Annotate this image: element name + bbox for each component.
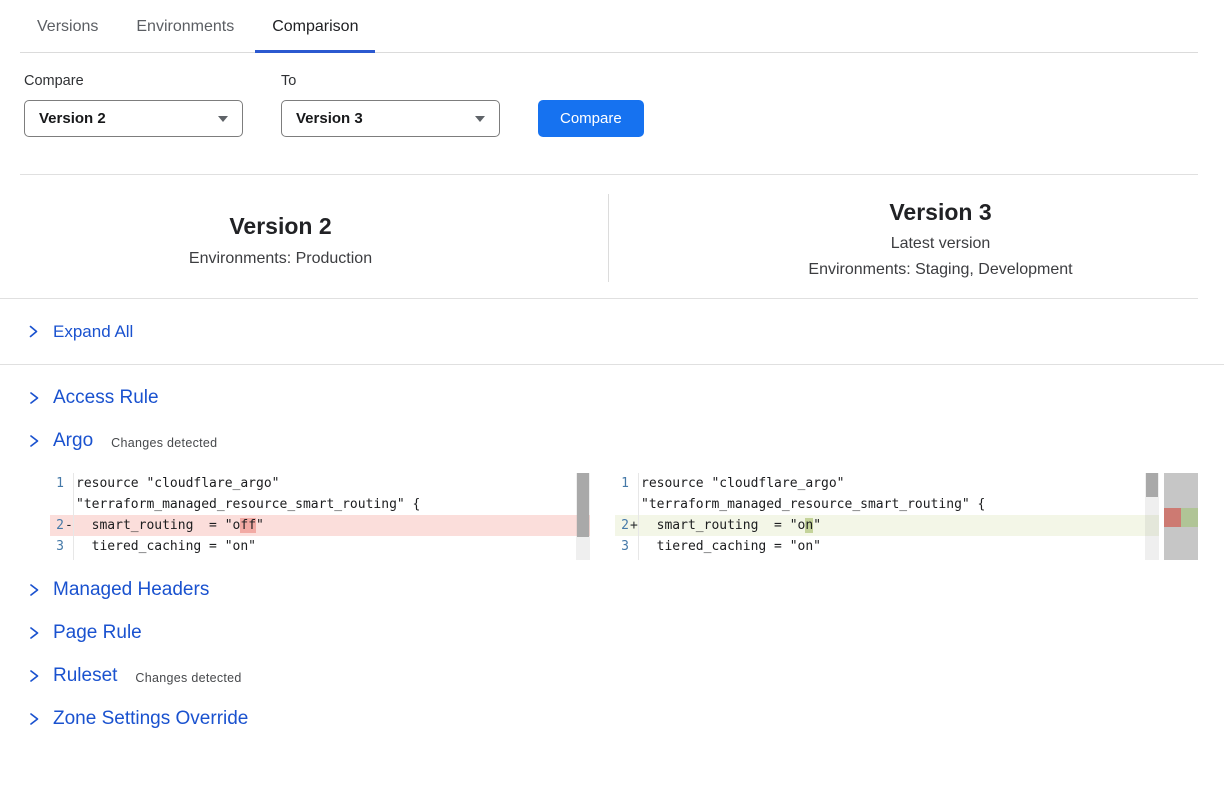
scrollbar[interactable]: [576, 473, 590, 560]
diff-line-number: 3: [615, 536, 629, 557]
section-label: Access Rule: [53, 386, 159, 410]
version-left-environments: Environments: Production: [0, 249, 561, 269]
expand-all-label: Expand All: [53, 322, 133, 342]
diff-code-line: "terraform_managed_resource_smart_routin…: [50, 494, 590, 515]
inline-removed-highlight: ff: [240, 518, 256, 533]
diff-code-line: 3 tiered_caching = "on": [615, 536, 1159, 557]
compare-field: Compare Version 2: [24, 71, 243, 137]
expand-all-link[interactable]: Expand All: [0, 299, 1224, 365]
section-label: Zone Settings Override: [53, 707, 248, 731]
chevron-right-icon: [28, 324, 39, 339]
section-zone-settings-override[interactable]: Zone Settings Override: [28, 707, 1224, 731]
argo-diff: 1resource "cloudflare_argo" "terraform_m…: [50, 473, 1198, 560]
diff-code-line: }: [615, 557, 1159, 560]
to-label: To: [281, 71, 500, 91]
diff-code-line: 1resource "cloudflare_argo": [50, 473, 590, 494]
compare-button[interactable]: Compare: [538, 100, 644, 137]
section-label: Ruleset: [53, 664, 117, 688]
version-headers: Version 2 Environments: Production Versi…: [0, 175, 1198, 299]
diff-line-number: [615, 494, 629, 515]
diff-right-pane: 1resource "cloudflare_argo" "terraform_m…: [615, 473, 1198, 560]
diff-line-number: [615, 557, 629, 560]
changes-detected-badge: Changes detected: [111, 436, 217, 450]
chevron-right-icon: [28, 582, 40, 598]
compare-version-select-value: Version 2: [39, 110, 106, 127]
version-right-title: Version 3: [683, 198, 1198, 226]
to-version-select-value: Version 3: [296, 110, 363, 127]
tab-versions[interactable]: Versions: [20, 16, 115, 52]
diff-removed-line: 2- smart_routing = "off": [50, 515, 590, 536]
diff-line-number: [50, 557, 64, 560]
sections-list: Access Rule Argo Changes detected 1resou…: [0, 386, 1224, 731]
changes-detected-badge: Changes detected: [135, 671, 241, 685]
diff-code-line: 1resource "cloudflare_argo": [615, 473, 1159, 494]
section-managed-headers[interactable]: Managed Headers: [28, 578, 1224, 602]
to-version-select[interactable]: Version 3: [281, 100, 500, 137]
version-left-panel: Version 2 Environments: Production: [0, 175, 609, 298]
minimap-removed-mark: [1164, 508, 1181, 527]
diff-added-line: 2+ smart_routing = "on": [615, 515, 1159, 536]
chevron-right-icon: [28, 390, 40, 406]
section-ruleset[interactable]: Ruleset Changes detected: [28, 664, 1224, 688]
chevron-right-icon: [28, 433, 40, 449]
minimap-added-mark: [1181, 508, 1198, 527]
section-label: Argo: [53, 429, 93, 453]
chevron-right-icon: [28, 711, 40, 727]
compare-label: Compare: [24, 71, 243, 91]
scrollbar-thumb[interactable]: [1146, 473, 1158, 497]
version-right-panel: Version 3 Latest version Environments: S…: [609, 175, 1198, 298]
version-left-title: Version 2: [0, 212, 561, 240]
tab-comparison[interactable]: Comparison: [255, 16, 375, 52]
chevron-right-icon: [28, 668, 40, 684]
to-field: To Version 3: [281, 71, 500, 137]
scrollbar-thumb[interactable]: [577, 473, 589, 537]
diff-right-code-area: 1resource "cloudflare_argo" "terraform_m…: [615, 473, 1159, 560]
diff-code-line: "terraform_managed_resource_smart_routin…: [615, 494, 1159, 515]
diff-line-number: 1: [615, 473, 629, 494]
section-argo[interactable]: Argo Changes detected: [28, 429, 1224, 453]
diff-line-number: 3: [50, 536, 64, 557]
diff-line-number: [50, 494, 64, 515]
diff-code-line: 3 tiered_caching = "on": [50, 536, 590, 557]
chevron-right-icon: [28, 625, 40, 641]
diff-minimap[interactable]: [1164, 473, 1198, 560]
caret-down-icon: [218, 116, 228, 122]
diff-code-line: }: [50, 557, 590, 560]
compare-version-select[interactable]: Version 2: [24, 100, 243, 137]
scrollbar[interactable]: [1145, 473, 1159, 560]
diff-line-number: 2: [50, 515, 64, 536]
caret-down-icon: [475, 116, 485, 122]
section-label: Managed Headers: [53, 578, 209, 602]
section-label: Page Rule: [53, 621, 142, 645]
version-right-environments: Environments: Staging, Development: [683, 260, 1198, 280]
diff-left-pane: 1resource "cloudflare_argo" "terraform_m…: [50, 473, 590, 560]
tab-environments[interactable]: Environments: [119, 16, 251, 52]
tab-bar: Versions Environments Comparison: [20, 0, 1198, 53]
diff-line-number: 1: [50, 473, 64, 494]
section-access-rule[interactable]: Access Rule: [28, 386, 1224, 410]
version-right-subtitle: Latest version: [683, 234, 1198, 254]
compare-controls: Compare Version 2 To Version 3 Compare: [24, 71, 1224, 137]
diff-line-number: 2: [615, 515, 629, 536]
section-page-rule[interactable]: Page Rule: [28, 621, 1224, 645]
minimap-change-mark: [1164, 508, 1198, 527]
